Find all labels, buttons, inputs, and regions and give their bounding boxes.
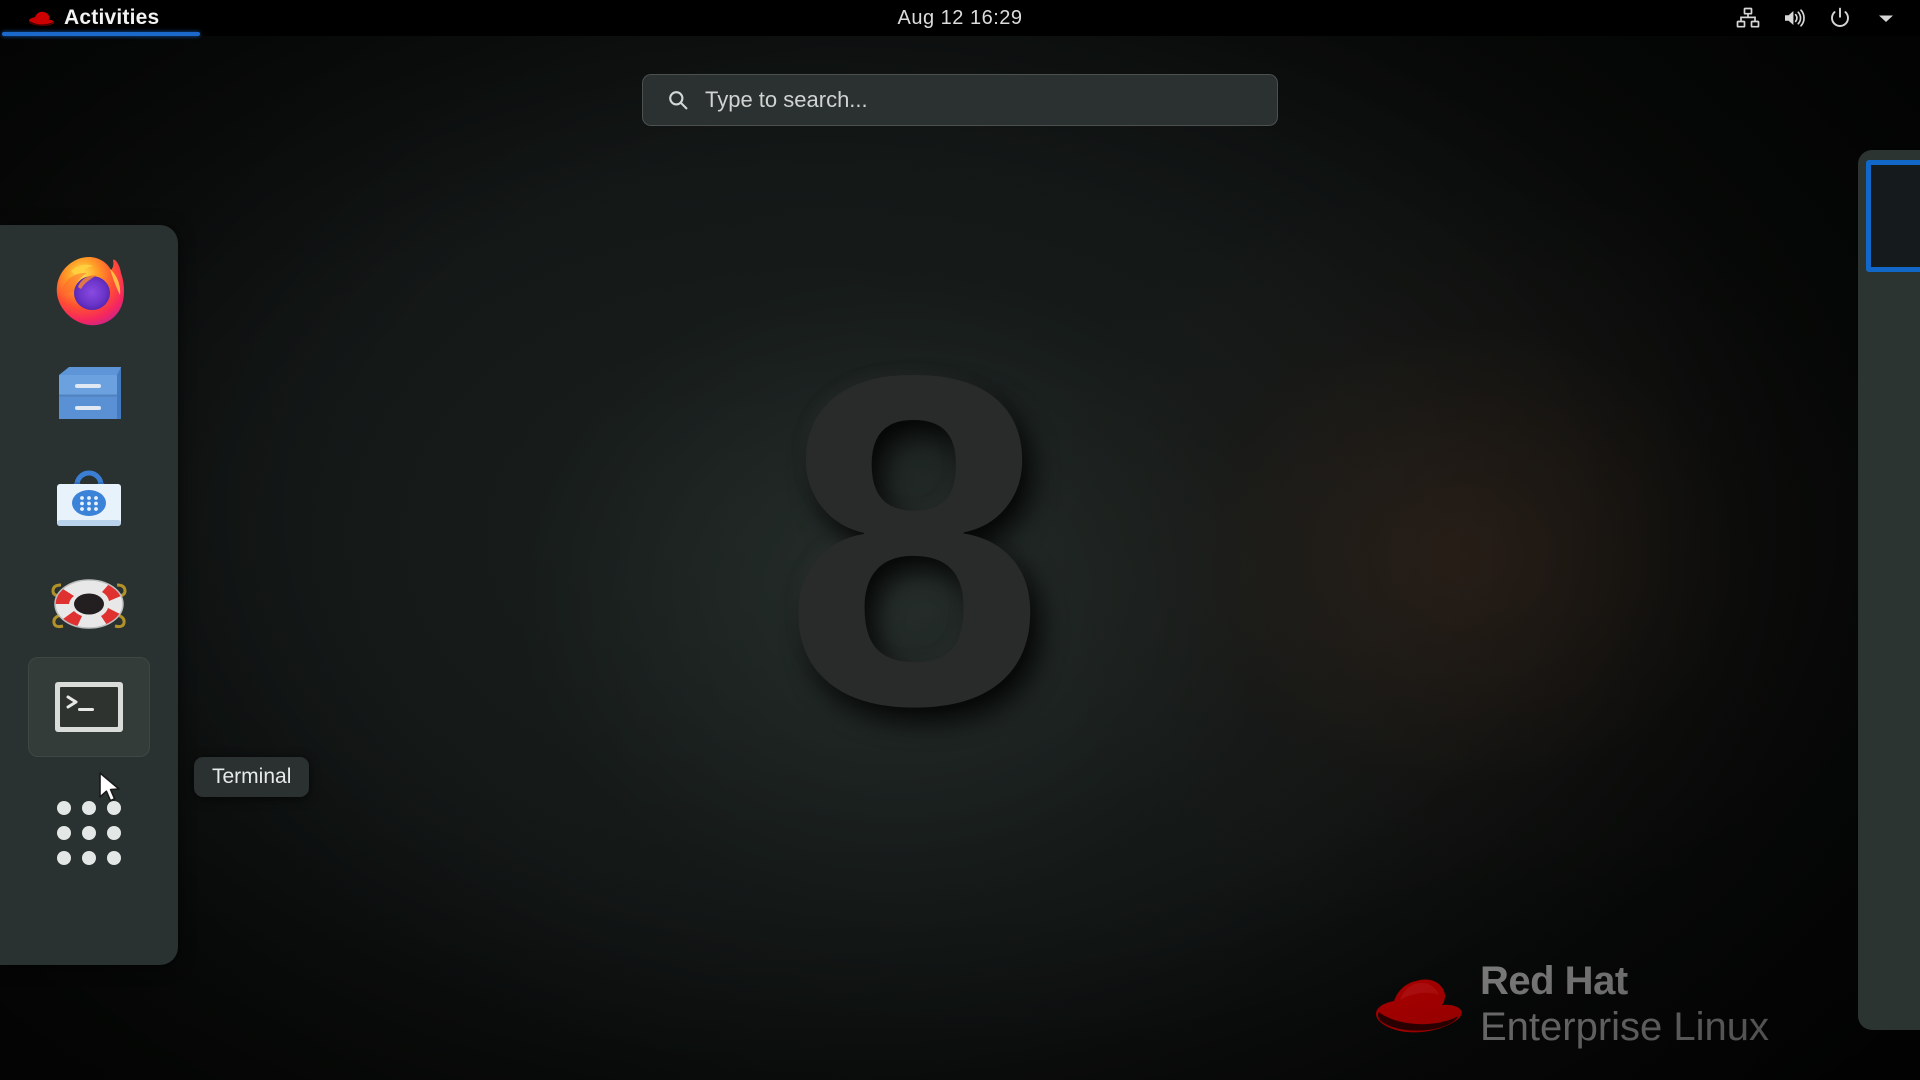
wallpaper-version-watermark: 8 xyxy=(783,278,1044,803)
activities-button[interactable]: Activities xyxy=(0,0,200,36)
activities-active-indicator xyxy=(2,32,200,36)
dock-tooltip: Terminal xyxy=(194,757,310,797)
chevron-down-icon[interactable] xyxy=(1874,6,1898,30)
workspace-switcher[interactable] xyxy=(1858,150,1920,1030)
workspace-thumbnail-active[interactable] xyxy=(1866,160,1920,272)
app-grid-icon xyxy=(57,801,121,865)
dock-item-help[interactable] xyxy=(28,553,150,653)
search-area: Type to search... xyxy=(0,74,1920,126)
activities-label: Activities xyxy=(64,6,160,29)
life-ring-icon xyxy=(47,561,131,645)
redhat-wordmark: Red Hat Enterprise Linux xyxy=(1480,961,1769,1047)
redhat-enterprise-linux-logo: Red Hat Enterprise Linux xyxy=(1370,961,1769,1047)
dock-item-terminal[interactable] xyxy=(28,657,150,757)
dock-item-software[interactable] xyxy=(28,449,150,549)
dash-dock xyxy=(0,225,178,965)
gnome-shell-overview: 8 Red Hat Enterprise Linux Activities Au… xyxy=(0,0,1920,1080)
top-bar: Activities Aug 12 16:29 xyxy=(0,0,1920,36)
search-placeholder: Type to search... xyxy=(705,87,868,112)
redhat-fedora-icon xyxy=(1370,971,1466,1037)
search-icon xyxy=(667,89,689,111)
clock-area: Aug 12 16:29 xyxy=(0,0,1920,36)
system-status-area[interactable] xyxy=(1724,0,1910,36)
network-wired-icon[interactable] xyxy=(1736,6,1760,30)
brand-line-1: Red Hat xyxy=(1480,959,1628,1003)
redhat-logo-icon xyxy=(28,10,54,26)
dock-item-firefox[interactable] xyxy=(28,241,150,341)
search-input[interactable]: Type to search... xyxy=(642,74,1278,126)
desktop-wallpaper: 8 Red Hat Enterprise Linux xyxy=(0,36,1920,1080)
firefox-icon xyxy=(47,249,131,333)
show-applications-button[interactable] xyxy=(28,785,150,881)
power-icon[interactable] xyxy=(1828,6,1852,30)
dock-item-files[interactable] xyxy=(28,345,150,445)
mouse-cursor xyxy=(98,772,124,806)
file-cabinet-icon xyxy=(47,353,131,437)
terminal-icon xyxy=(47,665,131,749)
clock-label[interactable]: Aug 12 16:29 xyxy=(898,7,1023,30)
volume-icon[interactable] xyxy=(1782,6,1806,30)
brand-line-2: Enterprise Linux xyxy=(1480,1005,1770,1049)
shopping-bag-icon xyxy=(47,457,131,541)
